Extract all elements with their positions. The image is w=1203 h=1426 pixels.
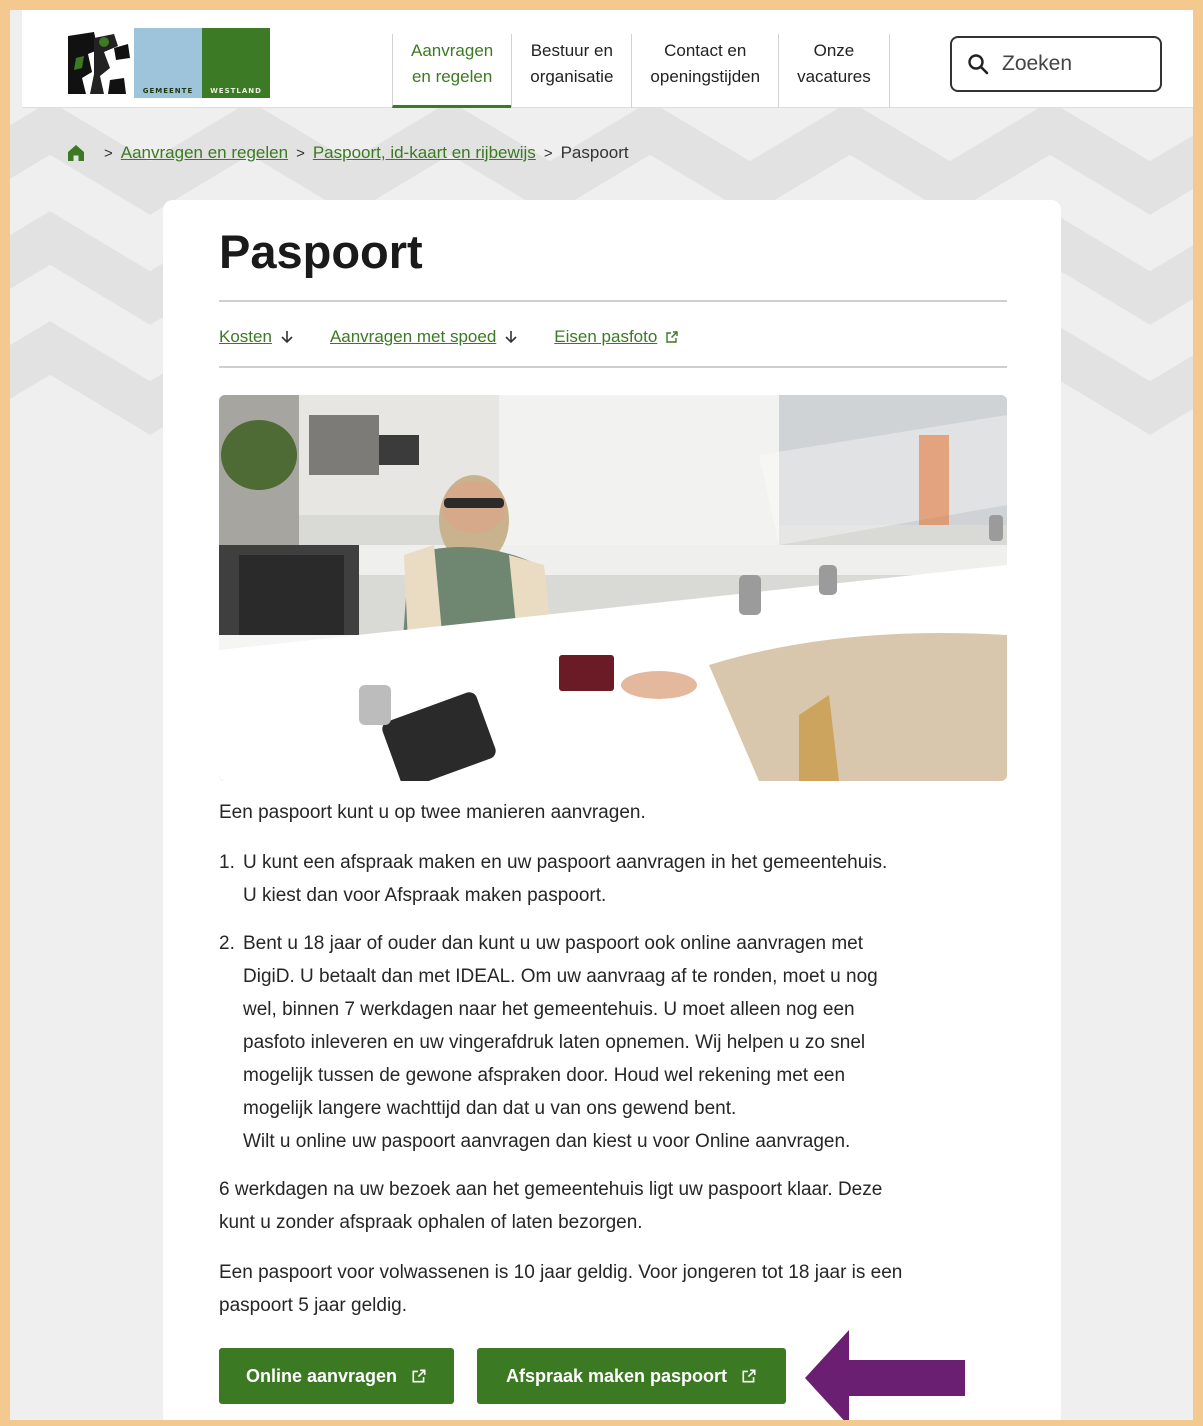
- anchor-label: Eisen pasfoto: [554, 327, 658, 346]
- anchor-label: Kosten: [219, 327, 272, 346]
- list-item: 2. Bent u 18 jaar of ouder dan kunt u uw…: [219, 927, 999, 1158]
- westland-crest-icon: [64, 28, 134, 98]
- site-header: GEMEENTE WESTLAND Aanvragen en regelen Be…: [22, 10, 1193, 108]
- nav-label-line1: Bestuur en: [530, 41, 613, 60]
- breadcrumb: > Aanvragen en regelen > Paspoort, id-ka…: [66, 138, 629, 168]
- list-line: U kunt een afspraak maken en uw paspoort…: [243, 852, 888, 873]
- list-line: Bent u 18 jaar of ouder dan kunt u uw pa…: [243, 933, 864, 954]
- nav-item-aanvragen-en-regelen[interactable]: Aanvragen en regelen: [392, 34, 512, 108]
- gemeente-westland-logo[interactable]: GEMEENTE WESTLAND: [64, 28, 270, 98]
- button-label: Online aanvragen: [245, 1365, 398, 1386]
- nav-item-onze-vacatures[interactable]: Onze vacatures: [778, 34, 890, 108]
- list-line: Wilt u online uw paspoort aanvragen dan …: [243, 1131, 851, 1152]
- list-item: 1. U kunt een afspraak maken en uw paspo…: [219, 846, 999, 912]
- nav-label-line2: en regelen: [411, 67, 493, 86]
- logo-word-westland: WESTLAND: [210, 87, 262, 95]
- afspraak-maken-paspoort-button[interactable]: Afspraak maken paspoort: [477, 1348, 786, 1404]
- list-line: U kiest dan voor Afspraak maken paspoort…: [243, 885, 607, 906]
- nav-label-line2: vacatures: [797, 67, 871, 86]
- annotation-arrow-icon: [805, 1330, 965, 1420]
- nav-label-line2: openingstijden: [650, 67, 761, 86]
- external-link-icon: [666, 331, 678, 343]
- breadcrumb-separator: >: [296, 144, 305, 162]
- hero-photo-passport-counter: [219, 395, 1007, 781]
- list-line: wel, binnen 7 werkdagen naar het gemeent…: [243, 999, 855, 1020]
- button-label: Afspraak maken paspoort: [505, 1365, 728, 1386]
- nav-label-line1: Aanvragen: [411, 41, 494, 60]
- page-frame: GEMEENTE WESTLAND Aanvragen en regelen Be…: [10, 10, 1193, 1420]
- divider-top: [219, 300, 1007, 302]
- breadcrumb-current: Paspoort: [560, 143, 629, 162]
- list-number: 1.: [219, 852, 235, 873]
- arrow-down-icon: [281, 331, 293, 344]
- list-line: DigiD. U betaalt dan met IDEAL. Om uw aa…: [243, 966, 878, 987]
- nav-label-line2: organisatie: [530, 67, 614, 86]
- anchor-label: Aanvragen met spoed: [329, 327, 497, 346]
- anchor-link-kosten[interactable]: Kosten: [219, 327, 294, 347]
- content-card: Paspoort Kosten Aanvragen met spoed Eise…: [163, 200, 1061, 1420]
- paragraph-line: paspoort 5 jaar geldig.: [219, 1295, 408, 1316]
- search-icon: [968, 54, 989, 75]
- nav-item-contact-en-openingstijden[interactable]: Contact en openingstijden: [631, 34, 778, 108]
- breadcrumb-separator: >: [543, 144, 553, 162]
- external-link-icon: [742, 1369, 756, 1383]
- breadcrumb-link-paspoort-idkaart[interactable]: Paspoort, id-kaart en rijbewijs: [313, 143, 536, 163]
- list-line: mogelijk tussen de gewone afspraken door…: [243, 1065, 846, 1086]
- online-aanvragen-button[interactable]: Online aanvragen: [219, 1348, 454, 1404]
- list-line: pasfoto inleveren en uw vingerafdruk lat…: [243, 1032, 866, 1053]
- breadcrumb-separator: >: [104, 144, 113, 162]
- nav-label-line1: Contact en: [664, 41, 747, 60]
- breadcrumb-link-aanvragen[interactable]: Aanvragen en regelen: [121, 143, 288, 163]
- anchor-link-aanvragen-met-spoed[interactable]: Aanvragen met spoed: [330, 327, 518, 347]
- logo-blue-block: GEMEENTE: [134, 28, 202, 98]
- paragraph-line: 6 werkdagen na uw bezoek aan het gemeent…: [219, 1179, 883, 1200]
- search-placeholder: Zoeken: [1002, 52, 1073, 75]
- intro-paragraph: Een paspoort kunt u op twee manieren aan…: [219, 802, 646, 823]
- nav-item-bestuur-en-organisatie[interactable]: Bestuur en organisatie: [511, 34, 631, 108]
- paragraph-line: kunt u zonder afspraak ophalen of laten …: [219, 1212, 643, 1233]
- validity-paragraph: Een paspoort voor volwassenen is 10 jaar…: [219, 1256, 999, 1322]
- home-icon[interactable]: [66, 143, 86, 163]
- nav-label-line1: Onze: [813, 41, 855, 60]
- list-number: 2.: [219, 933, 235, 954]
- logo-word-gemeente: GEMEENTE: [142, 87, 194, 95]
- divider-bottom: [219, 366, 1007, 368]
- main-navigation: Aanvragen en regelen Bestuur en organisati…: [392, 34, 890, 108]
- logo-green-block: WESTLAND: [202, 28, 270, 98]
- paragraph-line: Een paspoort voor volwassenen is 10 jaar…: [219, 1262, 903, 1283]
- list-line: mogelijk langere wachttijd dan dat u van…: [243, 1098, 737, 1119]
- page-anchor-links: Kosten Aanvragen met spoed Eisen pasfoto: [219, 322, 715, 352]
- anchor-link-eisen-pasfoto[interactable]: Eisen pasfoto: [554, 327, 679, 347]
- ready-paragraph: 6 werkdagen na uw bezoek aan het gemeent…: [219, 1173, 999, 1239]
- page-title: Paspoort: [219, 225, 423, 278]
- search-input[interactable]: Zoeken: [950, 36, 1162, 92]
- arrow-down-icon: [505, 331, 517, 344]
- external-link-icon: [412, 1369, 426, 1383]
